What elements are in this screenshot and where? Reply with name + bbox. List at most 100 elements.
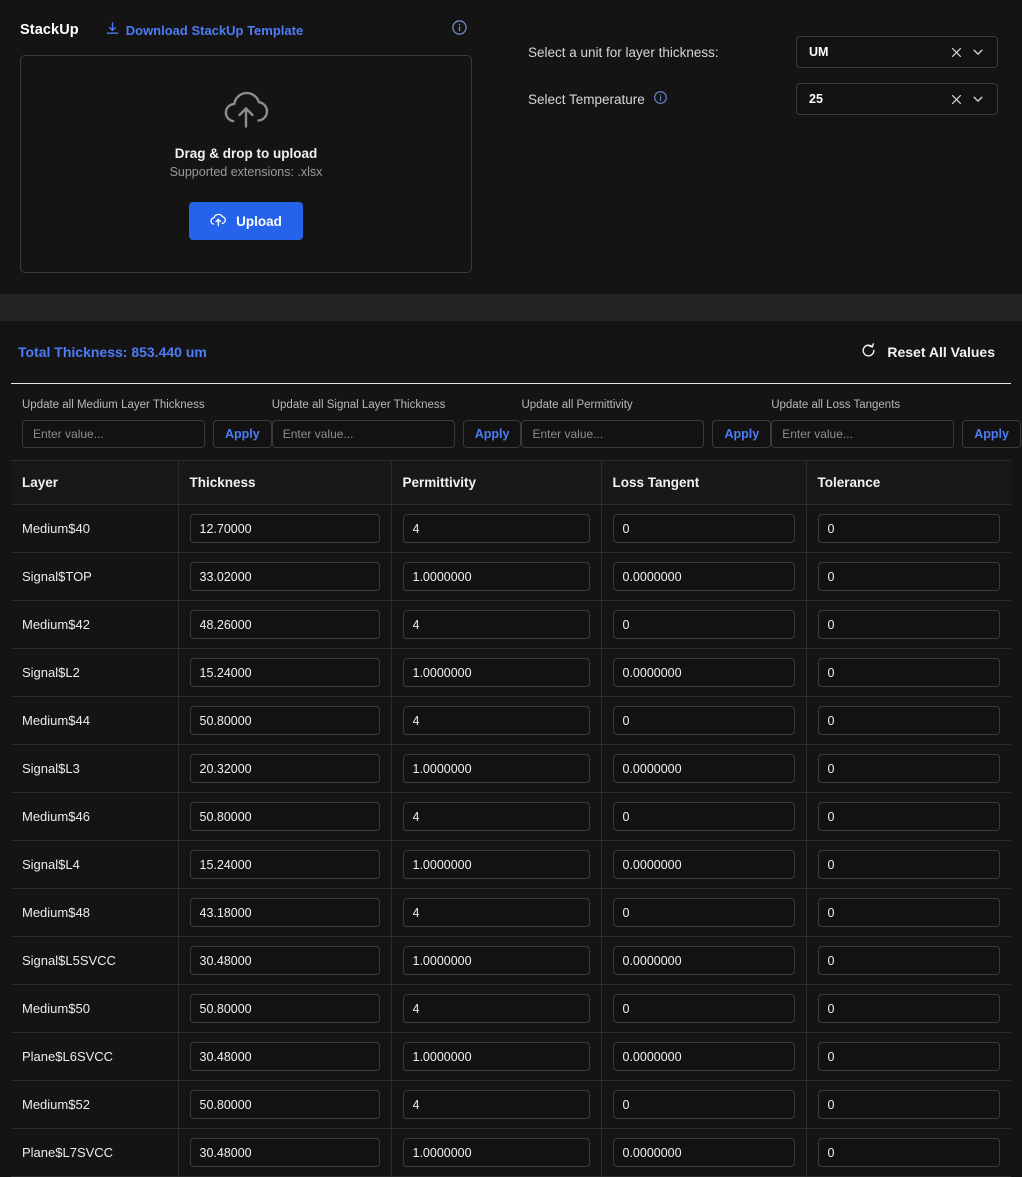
- update-signal-thickness-input[interactable]: [271, 420, 455, 448]
- thickness-input[interactable]: [189, 994, 380, 1023]
- tolerance-input[interactable]: [817, 562, 1000, 591]
- info-icon[interactable]: [451, 19, 468, 41]
- temperature-select-value: 25: [809, 92, 823, 106]
- column-header-layer: Layer: [11, 460, 179, 505]
- unit-select[interactable]: UM: [796, 36, 998, 68]
- layer-name-cell: Medium$50: [11, 984, 179, 1033]
- thickness-input[interactable]: [189, 706, 380, 735]
- reset-all-values-button[interactable]: Reset All Values: [860, 342, 995, 362]
- loss-tangent-input-cell: [601, 936, 807, 985]
- loss-tangent-input[interactable]: [612, 946, 795, 975]
- thickness-input[interactable]: [189, 610, 380, 639]
- permittivity-input[interactable]: [402, 562, 590, 591]
- tolerance-input[interactable]: [817, 610, 1000, 639]
- thickness-input-cell: [178, 552, 392, 601]
- upload-button[interactable]: Upload: [189, 202, 303, 240]
- permittivity-input[interactable]: [402, 1138, 590, 1167]
- tolerance-input[interactable]: [817, 514, 1000, 543]
- permittivity-input[interactable]: [402, 658, 590, 687]
- thickness-input[interactable]: [189, 898, 380, 927]
- tolerance-input-cell: [806, 840, 1011, 889]
- upload-button-label: Upload: [236, 213, 282, 229]
- permittivity-input-cell: [391, 792, 602, 841]
- cloud-upload-small-icon: [210, 212, 227, 230]
- loss-tangent-input[interactable]: [612, 514, 795, 543]
- thickness-input[interactable]: [189, 802, 380, 831]
- tolerance-input[interactable]: [817, 658, 1000, 687]
- tolerance-input-cell: [806, 888, 1011, 937]
- thickness-input[interactable]: [189, 1138, 380, 1167]
- column-header-permittivity: Permittivity: [391, 460, 602, 505]
- permittivity-input[interactable]: [402, 898, 590, 927]
- permittivity-input[interactable]: [402, 850, 590, 879]
- loss-tangent-input[interactable]: [612, 802, 795, 831]
- apply-loss-tangents-button[interactable]: Apply: [962, 420, 1021, 448]
- permittivity-input[interactable]: [402, 514, 590, 543]
- chevron-down-icon[interactable]: [967, 46, 989, 58]
- update-controls: Apply: [271, 420, 522, 448]
- update-group-permittivity: Update all Permittivity Apply: [521, 399, 772, 448]
- apply-signal-thickness-button[interactable]: Apply: [462, 420, 522, 448]
- loss-tangent-input-cell: [601, 1080, 807, 1129]
- permittivity-input[interactable]: [402, 754, 590, 783]
- thickness-input[interactable]: [189, 754, 380, 783]
- loss-tangent-input[interactable]: [612, 706, 795, 735]
- thickness-input[interactable]: [189, 946, 380, 975]
- permittivity-input[interactable]: [402, 610, 590, 639]
- tolerance-input-cell: [806, 1080, 1011, 1129]
- permittivity-input[interactable]: [402, 994, 590, 1023]
- tolerance-input[interactable]: [817, 1042, 1000, 1071]
- info-icon[interactable]: [653, 90, 668, 108]
- permittivity-input[interactable]: [402, 1090, 590, 1119]
- tolerance-input[interactable]: [817, 754, 1000, 783]
- update-loss-tangents-input[interactable]: [771, 420, 955, 448]
- tolerance-input[interactable]: [817, 1138, 1000, 1167]
- update-permittivity-input[interactable]: [521, 420, 705, 448]
- loss-tangent-input[interactable]: [612, 1042, 795, 1071]
- tolerance-input[interactable]: [817, 802, 1000, 831]
- layer-name-cell: Plane$L6SVCC: [11, 1032, 179, 1081]
- permittivity-input[interactable]: [402, 946, 590, 975]
- table-row: Medium$48: [11, 888, 1011, 937]
- loss-tangent-input[interactable]: [612, 1090, 795, 1119]
- apply-permittivity-button[interactable]: Apply: [712, 420, 772, 448]
- page-title: StackUp: [20, 22, 79, 38]
- temperature-select[interactable]: 25: [796, 83, 998, 115]
- thickness-input[interactable]: [189, 514, 380, 543]
- thickness-input[interactable]: [189, 562, 380, 591]
- tolerance-input[interactable]: [817, 994, 1000, 1023]
- loss-tangent-input[interactable]: [612, 658, 795, 687]
- stackup-header: StackUp Download StackUp Template: [20, 16, 472, 44]
- loss-tangent-input[interactable]: [612, 1138, 795, 1167]
- table-header-row: Layer Thickness Permittivity Loss Tangen…: [11, 460, 1011, 505]
- loss-tangent-input[interactable]: [612, 610, 795, 639]
- tolerance-input[interactable]: [817, 850, 1000, 879]
- file-dropzone[interactable]: Drag & drop to upload Supported extensio…: [20, 55, 472, 273]
- chevron-down-icon[interactable]: [967, 93, 989, 105]
- thickness-input[interactable]: [189, 1042, 380, 1071]
- update-medium-thickness-input[interactable]: [22, 420, 205, 448]
- layer-name: Signal$L3: [22, 760, 80, 776]
- apply-medium-thickness-button[interactable]: Apply: [213, 420, 272, 448]
- loss-tangent-input[interactable]: [612, 754, 795, 783]
- thickness-input[interactable]: [189, 850, 380, 879]
- tolerance-input-cell: [806, 984, 1011, 1033]
- permittivity-input[interactable]: [402, 706, 590, 735]
- permittivity-input[interactable]: [402, 802, 590, 831]
- loss-tangent-input[interactable]: [612, 850, 795, 879]
- loss-tangent-input[interactable]: [612, 562, 795, 591]
- layer-name-cell: Medium$52: [11, 1080, 179, 1129]
- thickness-input[interactable]: [189, 1090, 380, 1119]
- thickness-input[interactable]: [189, 658, 380, 687]
- clear-icon[interactable]: [946, 94, 967, 105]
- clear-icon[interactable]: [946, 47, 967, 58]
- tolerance-input[interactable]: [817, 1090, 1000, 1119]
- tolerance-input[interactable]: [817, 706, 1000, 735]
- tolerance-input[interactable]: [817, 898, 1000, 927]
- tolerance-input[interactable]: [817, 946, 1000, 975]
- download-stackup-template-link[interactable]: Download StackUp Template: [105, 21, 303, 39]
- loss-tangent-input[interactable]: [612, 994, 795, 1023]
- permittivity-input[interactable]: [402, 1042, 590, 1071]
- thickness-input-cell: [178, 744, 392, 793]
- loss-tangent-input[interactable]: [612, 898, 795, 927]
